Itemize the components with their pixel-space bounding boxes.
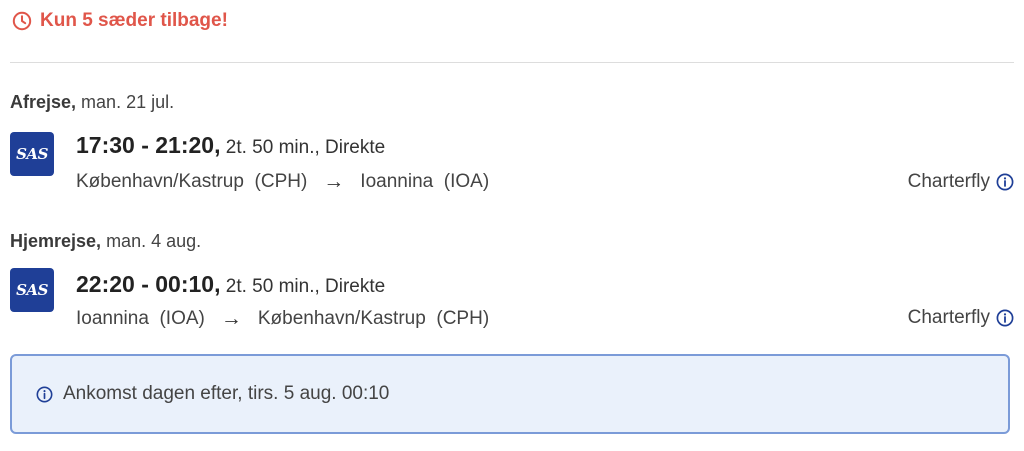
info-icon — [36, 386, 53, 402]
return-to: København/Kastrup (CPH) — [257, 308, 490, 329]
outbound-duration: 2t. 50 min., Direkte — [220, 137, 386, 158]
return-route: Ioannina (IOA) → København/Kastrup (CPH) — [76, 307, 489, 331]
arrival-notice: Ankomst dagen efter, tirs. 5 aug. 00:10 — [10, 354, 1010, 434]
return-leg: Hjemrejse, man. 4 aug. SAS 22:20 - 00:10… — [10, 231, 1014, 341]
outbound-time-range: 17:30 - 21:20, — [76, 132, 221, 158]
return-time-range: 22:20 - 00:10, — [76, 271, 221, 297]
outbound-leg: Afrejse, man. 21 jul. SAS 17:30 - 21:20,… — [10, 92, 1014, 202]
arrow-right-icon: → — [220, 307, 242, 330]
return-duration: 2t. 50 min., Direkte — [220, 276, 386, 297]
flight-type-label: Charterfly — [907, 171, 990, 192]
return-date: man. 4 aug. — [101, 231, 202, 251]
outbound-label: Afrejse, man. 21 jul. — [10, 92, 1014, 113]
return-label: Hjemrejse, man. 4 aug. — [10, 231, 1014, 252]
seats-left-alert: Kun 5 sæder tilbage! — [12, 10, 228, 32]
divider — [10, 62, 1014, 63]
outbound-from: København/Kastrup (CPH) — [76, 171, 308, 192]
outbound-route: København/Kastrup (CPH) → Ioannina (IOA) — [76, 170, 489, 194]
outbound-date: man. 21 jul. — [76, 92, 175, 112]
arrow-right-icon: → — [323, 170, 345, 193]
info-icon[interactable] — [996, 173, 1014, 191]
airline-logo: SAS — [10, 132, 54, 176]
arrival-notice-text: Ankomst dagen efter, tirs. 5 aug. 00:10 — [63, 383, 390, 404]
info-icon[interactable] — [996, 309, 1014, 327]
return-times: 22:20 - 00:10, 2t. 50 min., Direkte — [76, 271, 385, 298]
return-label-title: Hjemrejse, — [10, 231, 102, 251]
outbound-flight-type[interactable]: Charterfly — [908, 171, 1014, 193]
outbound-times: 17:30 - 21:20, 2t. 50 min., Direkte — [76, 132, 385, 159]
flight-type-label: Charterfly — [907, 307, 990, 328]
return-from: Ioannina (IOA) — [76, 308, 205, 329]
return-flight-type[interactable]: Charterfly — [908, 307, 1014, 329]
airline-logo: SAS — [10, 268, 54, 312]
outbound-to: Ioannina (IOA) — [360, 171, 490, 192]
clock-icon — [12, 11, 32, 31]
seats-left-text: Kun 5 sæder tilbage! — [40, 10, 228, 31]
outbound-label-title: Afrejse, — [10, 92, 77, 112]
